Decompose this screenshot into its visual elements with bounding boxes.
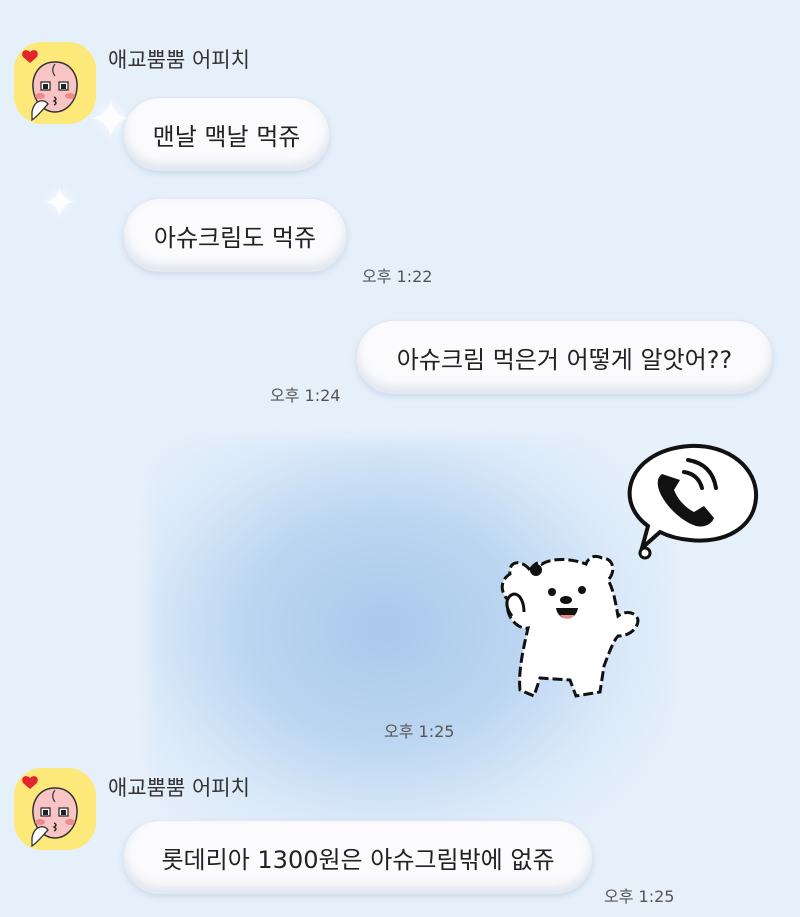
message-time: 오후 1:25 (604, 887, 675, 906)
sparkle-icon: ✦ (42, 178, 78, 227)
message-bubble[interactable]: 롯데리아 1300원은 아슈그림밖에 없쥬 (123, 820, 593, 894)
message-time: 오후 1:22 (362, 267, 433, 286)
sticker[interactable] (490, 440, 770, 720)
message-time: 오후 1:24 (270, 386, 341, 405)
message-time: 오후 1:25 (384, 722, 455, 741)
apeach-avatar-icon (14, 42, 96, 124)
sender-avatar[interactable] (14, 42, 96, 124)
message-bubble[interactable]: 아슈크림 먹은거 어떻게 알앗어?? (356, 320, 773, 394)
bear-phone-sticker-icon (500, 443, 759, 699)
sender-avatar[interactable] (14, 768, 96, 850)
message-bubble[interactable]: 아슈크림도 먹쥬 (123, 198, 347, 272)
sender-name: 애교뿜뿜 어피치 (108, 776, 250, 800)
message-bubble[interactable]: 맨날 맥날 먹쥬 (123, 97, 330, 171)
sender-name: 애교뿜뿜 어피치 (108, 48, 250, 72)
apeach-avatar-icon (14, 768, 96, 850)
